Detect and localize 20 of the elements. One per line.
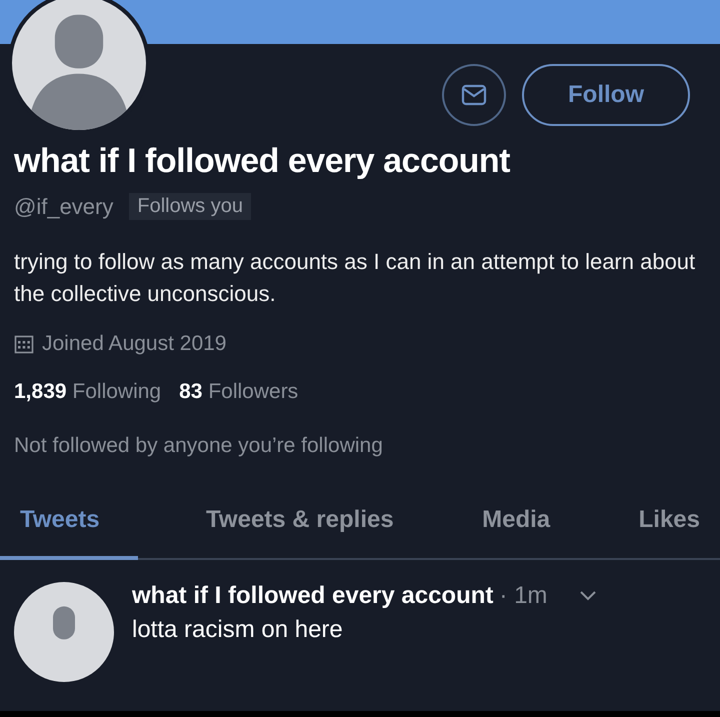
profile-tab[interactable]: Likes <box>618 496 720 560</box>
tweet-author: what if I followed every account <box>132 582 494 610</box>
profile-bio: trying to follow as many accounts as I can in an attempt to learn about the collective unconscious. <box>14 248 696 308</box>
following-link[interactable]: 1,839 Following <box>14 380 162 404</box>
envelope-icon <box>461 84 487 106</box>
calendar-icon <box>14 334 34 354</box>
profile-tab[interactable]: Media <box>462 496 570 560</box>
follow-button[interactable]: Follow <box>522 64 690 126</box>
profile-tab[interactable]: Tweets <box>0 496 138 560</box>
profile-tab[interactable]: Tweets & replies <box>186 496 414 560</box>
joined-date: Joined August 2019 <box>42 332 226 356</box>
message-button[interactable] <box>442 64 506 126</box>
followers-link[interactable]: 83 Followers <box>179 380 298 404</box>
follows-you-badge: Follows you <box>129 193 251 220</box>
tweet-text: lotta racism on here <box>132 616 344 644</box>
tweet-time: · 1m <box>499 582 548 610</box>
chevron-down-icon[interactable] <box>579 590 598 602</box>
profile-handle: @if_every <box>14 194 114 220</box>
profile-name: what if I followed every account <box>14 142 511 181</box>
mutual-followers-note: Not followed by anyone you’re following <box>14 434 384 458</box>
